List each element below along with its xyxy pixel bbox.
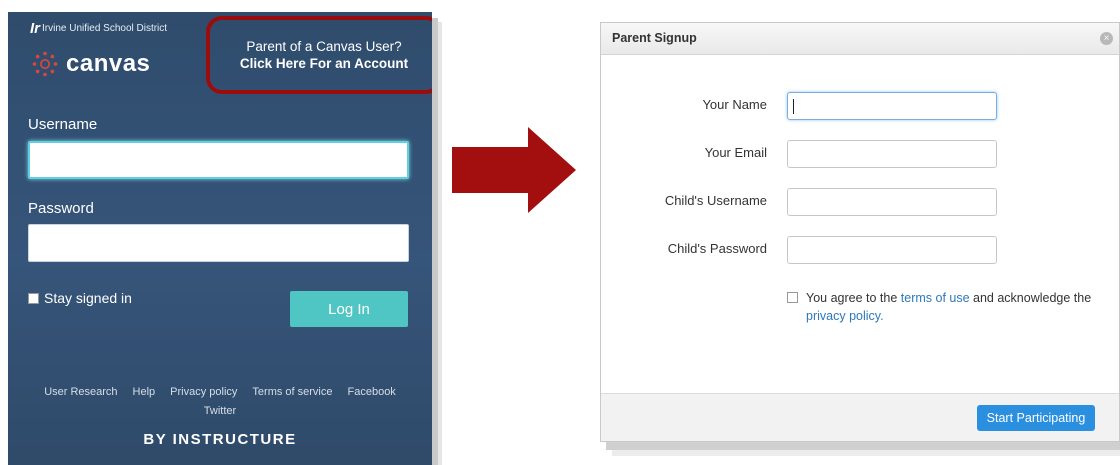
footer-link-privacy-policy[interactable]: Privacy policy xyxy=(170,386,237,398)
dialog-header: Parent Signup × xyxy=(601,23,1119,55)
stay-signed-in-checkbox[interactable] xyxy=(28,292,39,304)
stay-signed-in[interactable]: Stay signed in xyxy=(28,290,132,306)
canvas-logo: canvas xyxy=(32,50,150,78)
terms-agreement: You agree to the terms of use and acknow… xyxy=(787,289,1117,325)
footer-link-twitter[interactable]: Twitter xyxy=(8,405,432,417)
privacy-policy-link[interactable]: privacy policy xyxy=(806,309,880,323)
right-arrow-icon xyxy=(452,127,576,213)
child-password-input[interactable] xyxy=(787,236,997,264)
terms-of-use-link[interactable]: terms of use xyxy=(901,291,970,305)
password-input[interactable] xyxy=(28,224,409,262)
parent-cta-line1: Parent of a Canvas User? xyxy=(246,39,402,54)
district-name: Irvine Unified School District xyxy=(42,23,168,34)
agree-suffix-text: . xyxy=(880,309,884,323)
username-label: Username xyxy=(28,116,98,133)
child-password-label: Child's Password xyxy=(667,241,767,256)
footer-links: User Research Help Privacy policy Terms … xyxy=(8,386,432,398)
footer-link-help[interactable]: Help xyxy=(133,386,156,398)
district-logo-icon: Ir xyxy=(30,20,41,37)
agree-middle-text: and acknowledge the xyxy=(969,291,1092,305)
footer-link-facebook[interactable]: Facebook xyxy=(348,386,396,398)
footer-link-terms-of-service[interactable]: Terms of service xyxy=(252,386,332,398)
district-logo: Ir Irvine Unified School District xyxy=(30,20,167,37)
terms-agreement-checkbox[interactable] xyxy=(787,292,798,303)
canvas-wordmark: canvas xyxy=(66,50,151,77)
canvas-login-panel: Ir Irvine Unified School District canvas… xyxy=(8,12,432,465)
your-name-input[interactable] xyxy=(787,92,997,120)
your-email-input[interactable] xyxy=(787,140,997,168)
canvas-logo-icon xyxy=(32,51,58,77)
agree-prefix-text: You agree to the xyxy=(806,291,901,305)
parent-signup-dialog: Parent Signup × Your Name Your Email Chi… xyxy=(600,22,1120,442)
parent-cta-line2: Click Here For an Account xyxy=(239,56,409,71)
username-input[interactable] xyxy=(28,141,409,179)
child-username-input[interactable] xyxy=(787,188,997,216)
your-email-label: Your Email xyxy=(704,145,767,160)
child-username-label: Child's Username xyxy=(664,193,767,208)
close-icon[interactable]: × xyxy=(1100,32,1113,45)
dialog-title: Parent Signup xyxy=(612,31,697,45)
your-name-label: Your Name xyxy=(702,97,767,112)
terms-agreement-text: You agree to the terms of use and acknow… xyxy=(806,289,1117,325)
stay-signed-in-label: Stay signed in xyxy=(44,290,132,306)
by-instructure-logo: BY INSTRUCTURE xyxy=(143,431,297,448)
footer-link-user-research[interactable]: User Research xyxy=(44,386,117,398)
log-in-button[interactable]: Log In xyxy=(290,291,408,327)
start-participating-button[interactable]: Start Participating xyxy=(977,405,1095,431)
text-caret xyxy=(793,99,794,114)
password-label: Password xyxy=(28,200,94,217)
dialog-footer: Start Participating xyxy=(601,393,1119,441)
parent-account-link[interactable]: Parent of a Canvas User? Click Here For … xyxy=(206,16,432,94)
